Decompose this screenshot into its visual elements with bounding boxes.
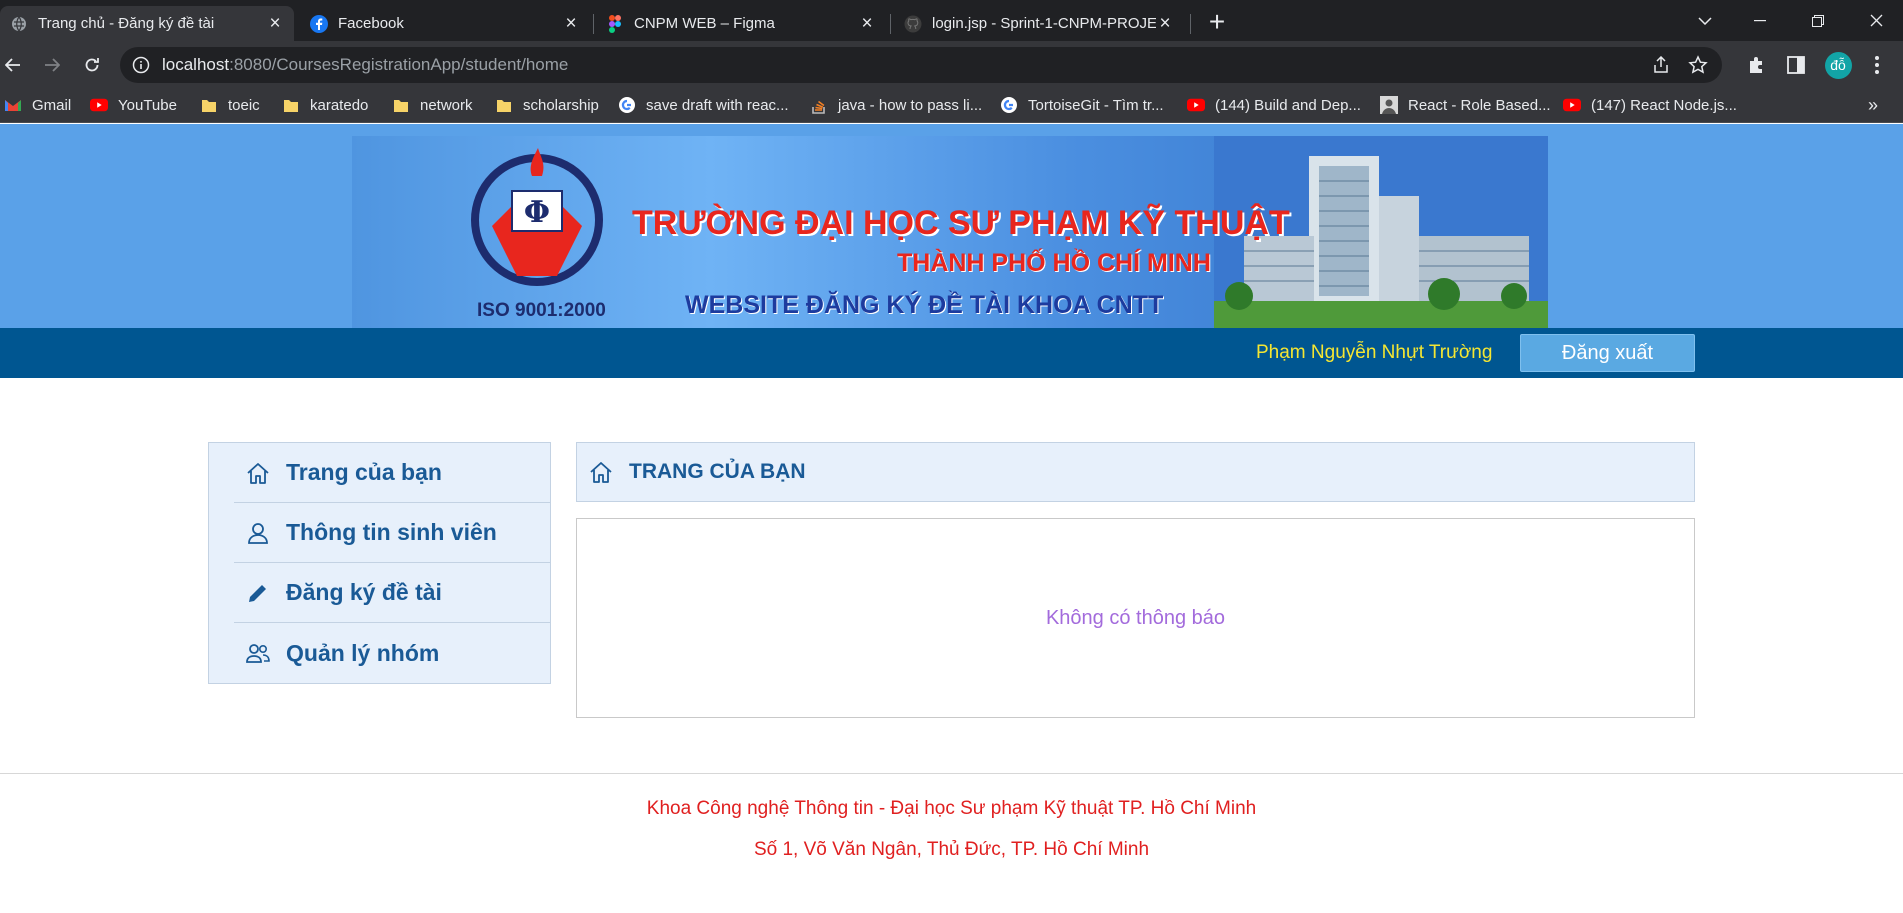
- banner-title-line3: WEBSITE ĐĂNG KÝ ĐỀ TÀI KHOA CNTT: [685, 291, 1164, 319]
- iso-label: ISO 9001:2000: [477, 300, 606, 321]
- minimize-icon[interactable]: [1737, 0, 1783, 41]
- bookmark-star-icon[interactable]: [1688, 55, 1708, 80]
- figma-icon: [606, 14, 624, 33]
- banner-title-line1: TRƯỜNG ĐẠI HỌC SƯ PHẠM KỸ THUẬT: [632, 204, 1290, 242]
- close-window-icon[interactable]: [1853, 0, 1899, 41]
- university-banner: Φ TRƯỜNG ĐẠI HỌC SƯ PHẠM KỸ THUẬT THÀNH …: [352, 136, 1548, 328]
- username-label: Phạm Nguyễn Nhựt Trường: [1256, 342, 1493, 363]
- sidebar-item-student-info[interactable]: Thông tin sinh viên: [234, 503, 551, 563]
- folder-icon: [392, 97, 410, 113]
- back-icon[interactable]: [0, 49, 29, 81]
- tab-search-icon[interactable]: [1682, 0, 1728, 41]
- bookmark-gmail[interactable]: Gmail: [4, 88, 71, 122]
- tab-github[interactable]: login.jsp - Sprint-1-CNPM-PROJE ×: [894, 6, 1184, 41]
- bookmark-toeic[interactable]: toeic: [200, 88, 260, 122]
- menu-kebab-icon[interactable]: [1861, 49, 1893, 81]
- forward-icon[interactable]: [36, 49, 68, 81]
- tab-trang-chu[interactable]: Trang chủ - Đăng ký đề tài ×: [0, 6, 294, 41]
- sidebar-item-label: Trang của bạn: [286, 459, 442, 485]
- svg-text:Φ: Φ: [524, 195, 550, 230]
- footer-line1: Khoa Công nghệ Thông tin - Đại học Sư ph…: [646, 798, 1257, 819]
- sidebar-item-label: Đăng ký đề tài: [286, 579, 442, 605]
- home-icon: [587, 458, 615, 486]
- home-icon: [244, 459, 272, 487]
- globe-icon: [10, 15, 28, 33]
- folder-icon: [200, 97, 218, 113]
- facebook-icon: [310, 14, 328, 33]
- google-icon: [618, 97, 636, 113]
- profile-avatar[interactable]: đỗ: [1822, 49, 1854, 81]
- sidebar-item-register-topic[interactable]: Đăng ký đề tài: [234, 563, 551, 623]
- banner-title-line2: THÀNH PHỐ HỒ CHÍ MINH: [897, 249, 1211, 277]
- sidebar-menu: Trang của bạn Thông tin sinh viên Đăng k…: [208, 442, 551, 684]
- tab-facebook[interactable]: Facebook ×: [300, 6, 590, 41]
- browser-tab-strip: Trang chủ - Đăng ký đề tài × Facebook × …: [0, 0, 1903, 41]
- user-icon: [244, 519, 272, 547]
- close-tab-icon[interactable]: ×: [858, 13, 876, 34]
- tab-title: CNPM WEB – Figma: [634, 15, 775, 32]
- restore-icon[interactable]: [1795, 0, 1841, 41]
- address-bar[interactable]: localhost:8080/CoursesRegistrationApp/st…: [120, 47, 1722, 83]
- bookmark-save-draft[interactable]: save draft with reac...: [618, 88, 789, 122]
- notification-panel: Không có thông báo: [576, 518, 1695, 718]
- group-icon: [244, 639, 272, 667]
- new-tab-button[interactable]: +: [1199, 6, 1235, 38]
- youtube-icon: [1187, 97, 1205, 113]
- bookmark-tortoisegit[interactable]: TortoiseGit - Tìm tr...: [1000, 88, 1164, 122]
- url-text: localhost:8080/CoursesRegistrationApp/st…: [162, 55, 569, 74]
- side-panel-icon[interactable]: [1780, 49, 1812, 81]
- sidebar-item-label: Quản lý nhóm: [286, 639, 440, 666]
- close-tab-icon[interactable]: ×: [562, 13, 580, 34]
- page-footer: Khoa Công nghệ Thông tin - Đại học Sư ph…: [0, 773, 1903, 913]
- university-logo: Φ: [471, 148, 603, 286]
- youtube-icon: [90, 97, 108, 113]
- header-banner-area: Φ TRƯỜNG ĐẠI HỌC SƯ PHẠM KỸ THUẬT THÀNH …: [0, 124, 1903, 328]
- extensions-icon[interactable]: [1741, 49, 1773, 81]
- bookmark-java[interactable]: java - how to pass li...: [810, 88, 982, 122]
- folder-icon: [282, 97, 300, 113]
- bookmark-network[interactable]: network: [392, 88, 473, 122]
- gmail-icon: [4, 97, 22, 113]
- bookmark-scholarship[interactable]: scholarship: [495, 88, 599, 122]
- info-icon[interactable]: [132, 56, 150, 79]
- reload-icon[interactable]: [76, 49, 108, 81]
- top-navbar: Phạm Nguyễn Nhựt Trường Đăng xuất: [0, 328, 1903, 378]
- logout-button[interactable]: Đăng xuất: [1520, 334, 1695, 372]
- sidebar-item-home[interactable]: Trang của bạn: [234, 443, 551, 503]
- avatar-icon: [1380, 96, 1398, 114]
- empty-notification-message: Không có thông báo: [1045, 606, 1226, 629]
- footer-line2: Số 1, Võ Văn Ngân, Thủ Đức, TP. Hồ Chí M…: [753, 839, 1150, 860]
- page-viewport: Φ TRƯỜNG ĐẠI HỌC SƯ PHẠM KỸ THUẬT THÀNH …: [0, 124, 1903, 913]
- close-tab-icon[interactable]: ×: [266, 13, 284, 34]
- bookmarks-overflow-button[interactable]: »: [1868, 88, 1878, 122]
- bookmark-youtube[interactable]: YouTube: [90, 88, 177, 122]
- google-icon: [1000, 97, 1018, 113]
- page-title: TRANG CỦA BẠN: [629, 460, 806, 483]
- bookmark-react-role[interactable]: React - Role Based...: [1380, 88, 1551, 122]
- content-header: TRANG CỦA BẠN: [576, 442, 1695, 502]
- close-tab-icon[interactable]: ×: [1156, 13, 1174, 34]
- tab-title: Facebook: [338, 15, 404, 32]
- pencil-icon: [244, 579, 272, 607]
- share-icon[interactable]: [1652, 55, 1670, 79]
- sidebar-item-label: Thông tin sinh viên: [286, 519, 497, 545]
- folder-icon: [495, 97, 513, 113]
- youtube-icon: [1563, 97, 1581, 113]
- tab-figma[interactable]: CNPM WEB – Figma ×: [596, 6, 886, 41]
- bookmark-build-and-deploy[interactable]: (144) Build and Dep...: [1187, 88, 1361, 122]
- tab-title: Trang chủ - Đăng ký đề tài: [38, 15, 215, 32]
- sidebar-item-manage-group[interactable]: Quản lý nhóm: [234, 623, 551, 683]
- stackoverflow-icon: [810, 97, 828, 114]
- github-icon: [904, 15, 922, 33]
- bookmarks-bar: Gmail YouTube toeic karatedo network sch…: [0, 88, 1903, 123]
- browser-toolbar: localhost:8080/CoursesRegistrationApp/st…: [0, 41, 1903, 88]
- bookmark-karatedo[interactable]: karatedo: [282, 88, 368, 122]
- bookmark-react-nodejs[interactable]: (147) React Node.js...: [1563, 88, 1737, 122]
- tab-title: login.jsp - Sprint-1-CNPM-PROJE: [932, 15, 1156, 32]
